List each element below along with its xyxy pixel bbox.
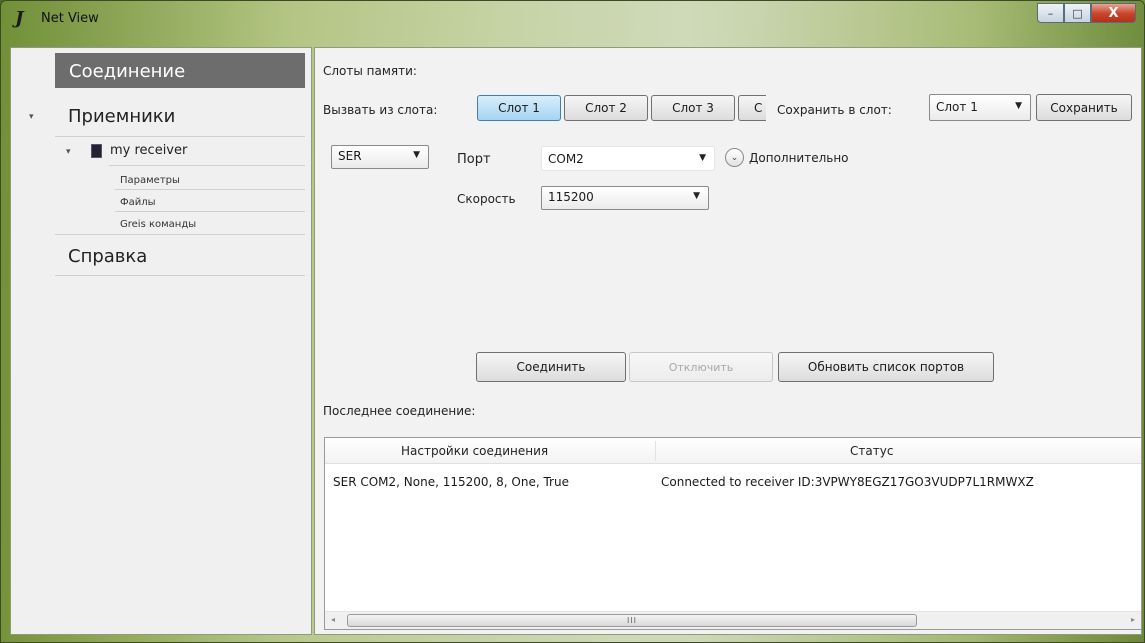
dropdown-arrow-icon: ▼ [413, 150, 420, 160]
column-header-settings[interactable]: Настройки соединения [401, 444, 548, 458]
dropdown-arrow-icon: ▼ [1015, 101, 1022, 111]
speed-label: Скорость [457, 192, 516, 206]
memory-slots-title: Слоты памяти: [323, 64, 417, 78]
connection-panel: Слоты памяти: Вызвать из слота: Слот 1 С… [314, 47, 1142, 635]
collapse-arrow-icon[interactable]: ▾ [66, 147, 71, 157]
scroll-left-icon[interactable]: ◂ [331, 615, 335, 624]
load-from-slot-label: Вызвать из слота: [323, 103, 438, 117]
connection-type-value: SER [338, 149, 362, 163]
table-header: Настройки соединения Статус [325, 438, 1141, 464]
horizontal-scrollbar[interactable]: ◂ III ▸ [325, 611, 1141, 629]
nav-item-help[interactable]: Справка [68, 246, 147, 267]
save-slot-dropdown[interactable]: Слот 1 ▼ [929, 94, 1031, 121]
refresh-ports-button[interactable]: Обновить список портов [778, 352, 994, 382]
load-slot-1-button[interactable]: Слот 1 [477, 95, 561, 121]
dropdown-arrow-icon: ▼ [699, 153, 706, 163]
port-label: Порт [457, 152, 491, 167]
nav-item-my-receiver[interactable]: my receiver [91, 143, 187, 158]
dropdown-arrow-icon: ▼ [693, 191, 700, 201]
load-slot-4-button[interactable]: С [738, 95, 766, 121]
divider [115, 189, 305, 190]
chevron-down-circle-icon[interactable]: ⌄ [725, 148, 744, 167]
connect-button[interactable]: Соединить [476, 352, 626, 382]
last-connection-table: Настройки соединения Статус SER COM2, No… [324, 437, 1142, 630]
speed-value: 115200 [548, 190, 594, 204]
load-slot-2-button[interactable]: Слот 2 [564, 95, 648, 121]
speed-dropdown[interactable]: 115200 ▼ [541, 186, 709, 210]
nav-item-greis-commands[interactable]: Greis команды [120, 219, 196, 230]
save-to-slot-label: Сохранить в слот: [777, 103, 892, 117]
nav-item-connection[interactable]: Соединение [55, 53, 305, 88]
column-header-status[interactable]: Статус [850, 444, 893, 458]
navigation-panel: Соединение ▾ Приемники ▾ my receiver Пар… [10, 47, 312, 635]
table-cell-settings: SER COM2, None, 115200, 8, One, True [333, 475, 569, 489]
app-window: J Net View – □ X Соединение ▾ Приемники … [0, 0, 1145, 643]
connection-type-dropdown[interactable]: SER ▼ [331, 145, 429, 169]
divider [55, 136, 305, 137]
minimize-button[interactable]: – [1037, 3, 1064, 23]
collapse-arrow-icon[interactable]: ▾ [29, 112, 34, 122]
app-logo-icon: J [15, 8, 24, 29]
receiver-name: my receiver [110, 143, 188, 158]
last-connection-title: Последнее соединение: [323, 404, 476, 418]
port-dropdown[interactable]: COM2 ▼ [541, 146, 715, 171]
save-slot-value: Слот 1 [936, 100, 978, 114]
divider [55, 275, 305, 276]
scrollbar-thumb[interactable]: III [347, 614, 917, 627]
divider [115, 211, 305, 212]
scroll-right-icon[interactable]: ▸ [1131, 615, 1135, 624]
maximize-button[interactable]: □ [1064, 3, 1091, 23]
window-title: Net View [41, 11, 99, 26]
column-divider[interactable] [655, 441, 656, 461]
nav-item-parameters[interactable]: Параметры [120, 175, 180, 186]
table-cell-status: Connected to receiver ID:3VPWY8EGZ17GO3V… [661, 475, 1034, 489]
window-controls: – □ X [1037, 3, 1136, 23]
divider [55, 234, 305, 235]
load-slot-3-button[interactable]: Слот 3 [651, 95, 735, 121]
save-button[interactable]: Сохранить [1036, 94, 1132, 121]
port-value: COM2 [548, 152, 584, 166]
nav-item-receivers[interactable]: Приемники [68, 106, 175, 127]
nav-item-files[interactable]: Файлы [120, 197, 156, 208]
advanced-toggle-label[interactable]: Дополнительно [749, 151, 849, 165]
close-button[interactable]: X [1091, 3, 1136, 23]
divider [109, 165, 305, 166]
title-bar[interactable]: J Net View – □ X [1, 1, 1144, 38]
disconnect-button[interactable]: Отключить [629, 352, 773, 382]
receiver-device-icon [91, 143, 102, 158]
